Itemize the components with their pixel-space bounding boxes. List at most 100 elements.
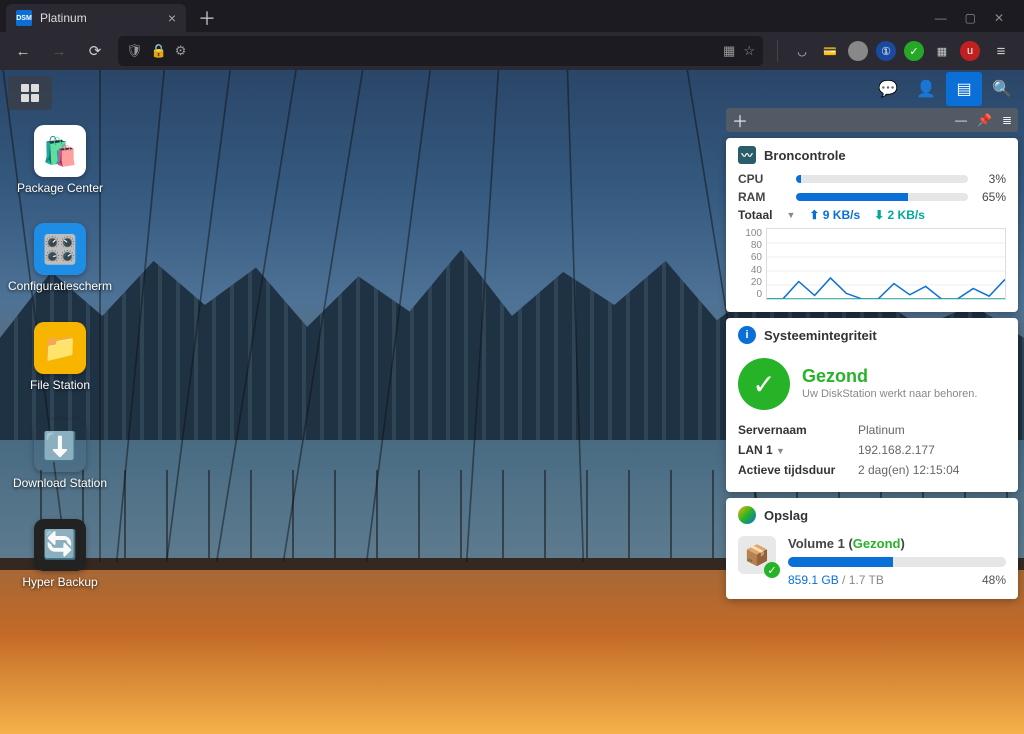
nav-back-button[interactable]: ← (10, 38, 36, 64)
storage-icon (738, 506, 756, 524)
chart-area (766, 228, 1006, 300)
health-status: Gezond (802, 366, 977, 387)
shield-icon[interactable]: 🛡 (126, 43, 143, 59)
browser-tab[interactable]: DSM Platinum × (6, 4, 186, 32)
desktop-icon-package-center[interactable]: 🛍️ Package Center (10, 125, 110, 195)
ext-icon-5[interactable]: ▦ (932, 41, 952, 61)
lock-icon[interactable]: 🔒 (151, 43, 167, 59)
upload-rate: ⬆ 9 KB/s (809, 208, 860, 222)
ram-value: 65% (976, 190, 1006, 204)
desktop-icon-label: Package Center (17, 181, 103, 195)
widget-add-button[interactable]: ＋ (732, 108, 748, 132)
app-icon: 🛍️ (34, 125, 86, 177)
widget-panel: ＋ — 📌 ≣ 〰 Broncontrole CPU 3% RAM 65% (726, 108, 1018, 599)
cpu-label: CPU (738, 172, 788, 186)
desktop-icon-hyper-backup[interactable]: 🔄 Hyper Backup (10, 519, 110, 589)
chevron-down-icon[interactable]: ▼ (776, 446, 785, 456)
tab-favicon: DSM (16, 10, 32, 26)
widget-minimize-button[interactable]: — (955, 113, 967, 127)
widget-settings-button[interactable]: ≣ (1002, 113, 1012, 127)
grid-icon (21, 84, 39, 102)
ram-label: RAM (738, 190, 788, 204)
user-icon[interactable]: 👤 (908, 72, 944, 106)
pulse-icon: 〰 (738, 146, 756, 164)
volume-name: Volume 1 (Gezond) (788, 536, 1006, 551)
desktop-icons: 🛍️ Package Center 🎛️ Configuratiescherm 📁 … (10, 125, 110, 589)
chevron-down-icon[interactable]: ▼ (786, 210, 795, 220)
tab-bar: DSM Platinum × ＋ — ▢ ✕ (0, 0, 1024, 32)
network-chart: 100806040200 (738, 228, 1006, 300)
app-icon: 📁 (34, 322, 86, 374)
nav-bar: ← → ⟳ 🛡 🔒 ⚙ ▦ ☆ ◡ 💳 ① ✓ ▦ u ≡ (0, 32, 1024, 70)
volume-pct: 48% (982, 573, 1006, 587)
widgets-toggle-icon[interactable]: ▤ (946, 72, 982, 106)
ext-icon-6[interactable]: u (960, 41, 980, 61)
window-maximize-icon[interactable]: ▢ (965, 11, 976, 25)
info-row: LAN 1 ▼ 192.168.2.177 (738, 440, 1006, 460)
widget-storage: Opslag 📦✓ Volume 1 (Gezond) 859.1 GB / 1… (726, 498, 1018, 599)
download-rate: ⬇ 2 KB/s (874, 208, 925, 222)
widget-pin-button[interactable]: 📌 (977, 113, 992, 127)
ext-icon-4[interactable]: ✓ (904, 41, 924, 61)
desktop-icon-configuratiescherm[interactable]: 🎛️ Configuratiescherm (10, 223, 110, 293)
volume-used: 859.1 GB (788, 573, 839, 587)
info-key: LAN 1 ▼ (738, 443, 858, 457)
widget-title: Opslag (764, 508, 808, 523)
cpu-row: CPU 3% (738, 172, 1006, 186)
nav-forward-button: → (46, 38, 72, 64)
volume-stats: 859.1 GB / 1.7 TB 48% (788, 573, 1006, 587)
ram-row: RAM 65% (738, 190, 1006, 204)
ext-icon-2[interactable] (848, 41, 868, 61)
desktop-icon-label: Hyper Backup (22, 575, 97, 589)
qr-icon[interactable]: ▦ (723, 43, 735, 59)
app-icon: 🎛️ (34, 223, 86, 275)
dsm-main-menu-button[interactable] (8, 76, 52, 110)
ext-icon-1[interactable]: 💳 (820, 41, 840, 61)
hamburger-menu-icon[interactable]: ≡ (988, 38, 1014, 64)
tab-close-icon[interactable]: × (168, 10, 176, 26)
widget-title: Broncontrole (764, 148, 846, 163)
widget-resource-monitor: 〰 Broncontrole CPU 3% RAM 65% Totaal ▼ ⬆ … (726, 138, 1018, 312)
volume-total: / 1.7 TB (839, 573, 884, 587)
cpu-bar (796, 175, 968, 183)
chart-yaxis: 100806040200 (738, 228, 766, 300)
settings-toggle-icon[interactable]: ⚙ (175, 43, 187, 59)
pocket-icon[interactable]: ◡ (792, 41, 812, 61)
desktop-icon-label: File Station (30, 378, 90, 392)
url-bar[interactable]: 🛡 🔒 ⚙ ▦ ☆ (118, 36, 763, 66)
info-row: Actieve tijdsduur 2 dag(en) 12:15:04 (738, 460, 1006, 480)
volume-ok-badge: ✓ (764, 562, 780, 578)
nav-reload-button[interactable]: ⟳ (82, 38, 108, 64)
window-minimize-icon[interactable]: — (935, 11, 947, 25)
window-controls: — ▢ ✕ (935, 11, 1018, 25)
bookmark-icon[interactable]: ☆ (743, 43, 755, 59)
ext-icon-3[interactable]: ① (876, 41, 896, 61)
volume-icon: 📦✓ (738, 536, 776, 574)
widget-system-health: i Systeemintegriteit ✓ Gezond Uw DiskSta… (726, 318, 1018, 492)
info-value: 2 dag(en) 12:15:04 (858, 463, 959, 477)
widget-toolbar: ＋ — 📌 ≣ (726, 108, 1018, 132)
widget-title: Systeemintegriteit (764, 328, 877, 343)
chat-icon[interactable]: 💬 (870, 72, 906, 106)
divider (777, 40, 778, 62)
desktop-icon-download-station[interactable]: ⬇️ Download Station (10, 420, 110, 490)
info-key: Actieve tijdsduur (738, 463, 858, 477)
new-tab-button[interactable]: ＋ (190, 3, 224, 33)
info-row: Servernaam Platinum (738, 420, 1006, 440)
window-close-icon[interactable]: ✕ (994, 11, 1004, 25)
ram-bar (796, 193, 968, 201)
info-key: Servernaam (738, 423, 858, 437)
toolbar-icons: ◡ 💳 ① ✓ ▦ u ≡ (792, 38, 1014, 64)
app-icon: ⬇️ (34, 420, 86, 472)
desktop-icon-label: Configuratiescherm (8, 279, 112, 293)
desktop-icon-label: Download Station (13, 476, 107, 490)
search-icon[interactable]: 🔍 (984, 72, 1020, 106)
network-total-label: Totaal (738, 208, 772, 222)
dsm-desktop: 💬 👤 ▤ 🔍 🛍️ Package Center 🎛️ Configuratie… (0, 70, 1024, 734)
browser-chrome: DSM Platinum × ＋ — ▢ ✕ ← → ⟳ 🛡 🔒 ⚙ ▦ ☆ ◡… (0, 0, 1024, 70)
desktop-icon-file-station[interactable]: 📁 File Station (10, 322, 110, 392)
info-icon: i (738, 326, 756, 344)
app-icon: 🔄 (34, 519, 86, 571)
cpu-value: 3% (976, 172, 1006, 186)
info-value: 192.168.2.177 (858, 443, 935, 457)
